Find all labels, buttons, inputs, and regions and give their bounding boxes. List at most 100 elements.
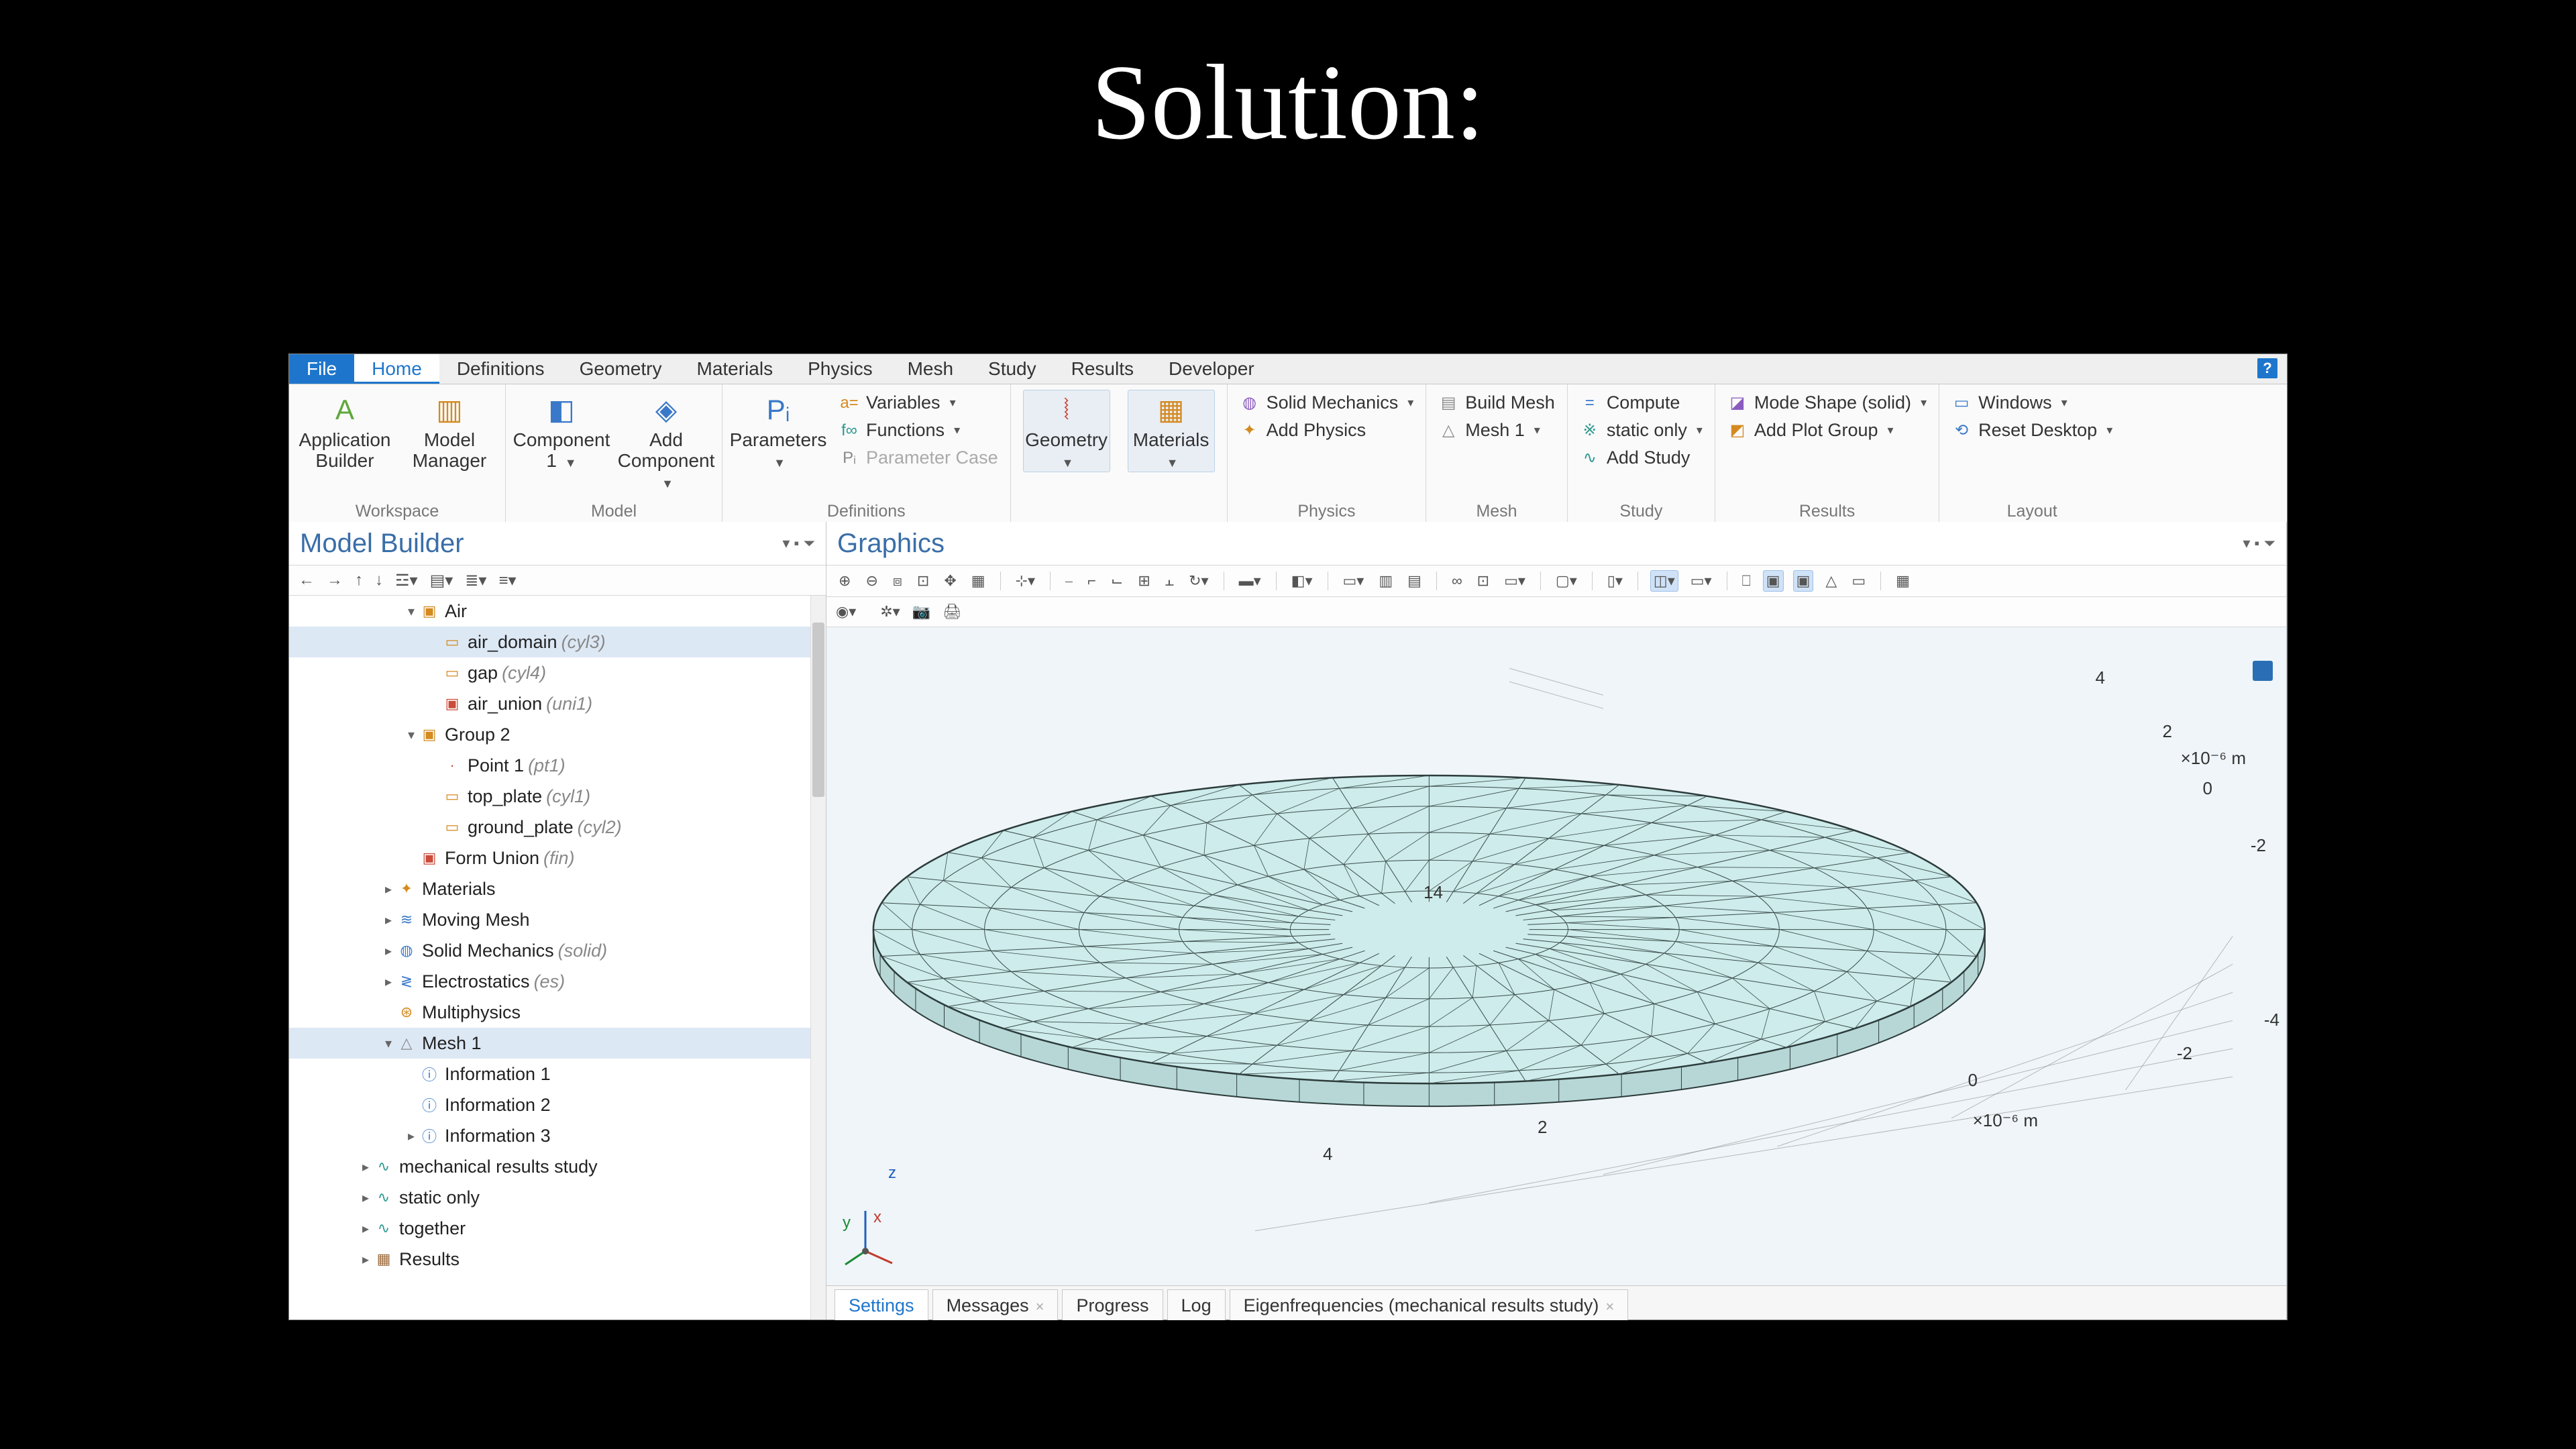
tree-node[interactable]: ▭ground_plate(cyl2) <box>289 812 826 843</box>
bottom-tab[interactable]: Settings <box>835 1289 928 1320</box>
tree-node[interactable]: ⓘInformation 2 <box>289 1089 826 1120</box>
gfx-tool[interactable]: ⧈ <box>890 571 905 591</box>
menu-definitions[interactable]: Definitions <box>439 354 562 384</box>
panel-header-tools[interactable]: ▾ ▪ ⏷ <box>2243 535 2275 552</box>
mb-tool[interactable]: ≡▾ <box>498 571 516 590</box>
gfx-tool[interactable]: ▬▾ <box>1236 571 1264 591</box>
gfx-tool[interactable]: ▦ <box>1893 571 1913 591</box>
bottom-tab[interactable]: Progress <box>1062 1289 1163 1320</box>
tree-node[interactable]: ▭top_plate(cyl1) <box>289 781 826 812</box>
close-icon[interactable]: × <box>1036 1298 1044 1315</box>
ribbon-add-study[interactable]: ∿Add Study <box>1580 447 1703 468</box>
gfx-tool[interactable]: ◫▾ <box>1650 570 1678 592</box>
menu-file[interactable]: File <box>289 354 354 384</box>
gfx-tool[interactable]: ⊡ <box>1474 571 1492 591</box>
gfx-tool[interactable]: ⊡ <box>914 571 932 591</box>
tree-node[interactable]: ▸ⓘInformation 3 <box>289 1120 826 1151</box>
ribbon-component-1[interactable]: ◧Component1 ▼ <box>518 390 605 472</box>
tree-node[interactable]: ▭air_domain(cyl3) <box>289 627 826 657</box>
ribbon-static-only[interactable]: ※static only▾ <box>1580 420 1703 441</box>
gfx-tool[interactable]: ⫠ <box>1163 571 1177 591</box>
menu-geometry[interactable]: Geometry <box>562 354 680 384</box>
ribbon-parameters[interactable]: PᵢParameters ▼ <box>735 390 822 472</box>
gfx-tool[interactable]: ▣ <box>1793 570 1814 592</box>
ribbon-add-physics[interactable]: ✦Add Physics <box>1240 420 1414 441</box>
menu-home[interactable]: Home <box>354 354 439 384</box>
ribbon-add-plot-group[interactable]: ◩Add Plot Group▾ <box>1727 420 1927 441</box>
model-tree[interactable]: ▾▣Air▭air_domain(cyl3)▭gap(cyl4)▣air_uni… <box>289 596 826 1320</box>
gfx-tool[interactable]: ▭▾ <box>1340 571 1367 591</box>
gfx-tool[interactable]: ◉▾ <box>836 603 856 621</box>
gfx-tool[interactable]: ✥ <box>941 571 959 591</box>
gfx-tool[interactable]: ⎕ <box>1739 571 1754 591</box>
tree-node[interactable]: ▭gap(cyl4) <box>289 657 826 688</box>
tree-node[interactable]: ▾△Mesh 1 <box>289 1028 826 1059</box>
mb-tool[interactable]: ← <box>299 571 315 590</box>
gfx-tool[interactable]: ▥ <box>1376 571 1395 591</box>
ribbon-solid-mechanics[interactable]: ◍Solid Mechanics▾ <box>1240 392 1414 413</box>
gfx-tool[interactable]: △ <box>1823 571 1839 591</box>
ribbon-geometry[interactable]: ⦚Geometry ▼ <box>1023 390 1110 472</box>
bottom-tab[interactable]: Log <box>1167 1289 1226 1320</box>
gfx-tool[interactable]: ⊹▾ <box>1013 571 1038 591</box>
menu-materials[interactable]: Materials <box>680 354 791 384</box>
gfx-tool[interactable]: ▣ <box>1763 570 1784 592</box>
gfx-tool[interactable]: ◧▾ <box>1289 571 1316 591</box>
tree-node[interactable]: ▸∿mechanical results study <box>289 1151 826 1182</box>
ribbon-model-manager[interactable]: ▥ModelManager <box>406 390 493 472</box>
gfx-tool[interactable]: ⊖ <box>863 571 880 591</box>
tree-node[interactable]: ▸✦Materials <box>289 873 826 904</box>
close-icon[interactable]: × <box>1605 1298 1614 1315</box>
gfx-tool[interactable]: ✲▾ <box>880 603 900 621</box>
ribbon-materials[interactable]: ▦Materials ▼ <box>1128 390 1215 472</box>
graphics-canvas[interactable]: 4 2 ×10⁻⁶ m 0 -2 -4 -2 0 ×10⁻⁶ m 2 4 14 <box>826 627 2286 1286</box>
tree-node[interactable]: ▾▣Air <box>289 596 826 627</box>
ribbon-mode-shape-solid-[interactable]: ◪Mode Shape (solid)▾ <box>1727 392 1927 413</box>
menu-developer[interactable]: Developer <box>1151 354 1272 384</box>
gfx-tool[interactable]: ▯▾ <box>1605 571 1625 591</box>
tree-node[interactable]: ▸≋Moving Mesh <box>289 904 826 935</box>
gfx-tool[interactable]: 🖨 <box>943 603 961 621</box>
gfx-tool[interactable]: ▭▾ <box>1688 571 1715 591</box>
menu-physics[interactable]: Physics <box>790 354 890 384</box>
mb-tool[interactable]: ≣▾ <box>465 571 486 590</box>
gfx-tool[interactable]: ⊞ <box>1135 571 1152 591</box>
menu-study[interactable]: Study <box>971 354 1054 384</box>
tree-node[interactable]: ▣Form Union(fin) <box>289 843 826 873</box>
menu-results[interactable]: Results <box>1054 354 1151 384</box>
mb-tool[interactable]: → <box>327 571 343 590</box>
mb-tool[interactable]: ▤▾ <box>430 571 453 590</box>
menu-mesh[interactable]: Mesh <box>890 354 971 384</box>
tree-node[interactable]: ⓘInformation 1 <box>289 1059 826 1089</box>
gfx-tool[interactable]: ▢▾ <box>1553 571 1580 591</box>
ribbon-variables[interactable]: a=Variables▾ <box>839 392 998 413</box>
view-cube-icon[interactable] <box>2253 661 2273 681</box>
tree-node[interactable]: ▣air_union(uni1) <box>289 688 826 719</box>
tree-node[interactable]: ·Point 1(pt1) <box>289 750 826 781</box>
tree-node[interactable]: ▸∿together <box>289 1213 826 1244</box>
mb-tool[interactable]: ↑ <box>355 571 363 590</box>
gfx-tool[interactable]: 📷 <box>912 603 930 621</box>
tree-node[interactable]: ▸▦Results <box>289 1244 826 1275</box>
ribbon-build-mesh[interactable]: ▤Build Mesh <box>1438 392 1555 413</box>
gfx-tool[interactable]: ∞ <box>1449 571 1465 591</box>
tree-scrollbar[interactable] <box>810 596 826 1320</box>
bottom-tab[interactable]: Messages× <box>932 1289 1059 1320</box>
mb-tool[interactable]: ↓ <box>375 571 383 590</box>
mb-tool[interactable]: ☲▾ <box>395 571 418 590</box>
ribbon-compute[interactable]: =Compute <box>1580 392 1703 413</box>
ribbon-reset-desktop[interactable]: ⟲Reset Desktop▾ <box>1951 420 2112 441</box>
bottom-tab[interactable]: Eigenfrequencies (mechanical results stu… <box>1230 1289 1629 1320</box>
help-button[interactable]: ? <box>2257 358 2277 378</box>
panel-header-tools[interactable]: ▾ ▪ ⏷ <box>782 535 815 552</box>
tree-node[interactable]: ⊛Multiphysics <box>289 997 826 1028</box>
ribbon-add-component[interactable]: ◈AddComponent ▼ <box>623 390 710 492</box>
gfx-tool[interactable]: ⌐ <box>1085 571 1099 591</box>
tree-node[interactable]: ▸◍Solid Mechanics(solid) <box>289 935 826 966</box>
ribbon-mesh-1[interactable]: △Mesh 1▾ <box>1438 420 1555 441</box>
gfx-tool[interactable]: ↻▾ <box>1186 571 1211 591</box>
gfx-tool[interactable]: ⌙ <box>1108 571 1126 591</box>
gfx-tool[interactable]: ⊕ <box>836 571 853 591</box>
ribbon-windows[interactable]: ▭Windows▾ <box>1951 392 2112 413</box>
tree-node[interactable]: ▸≷Electrostatics(es) <box>289 966 826 997</box>
